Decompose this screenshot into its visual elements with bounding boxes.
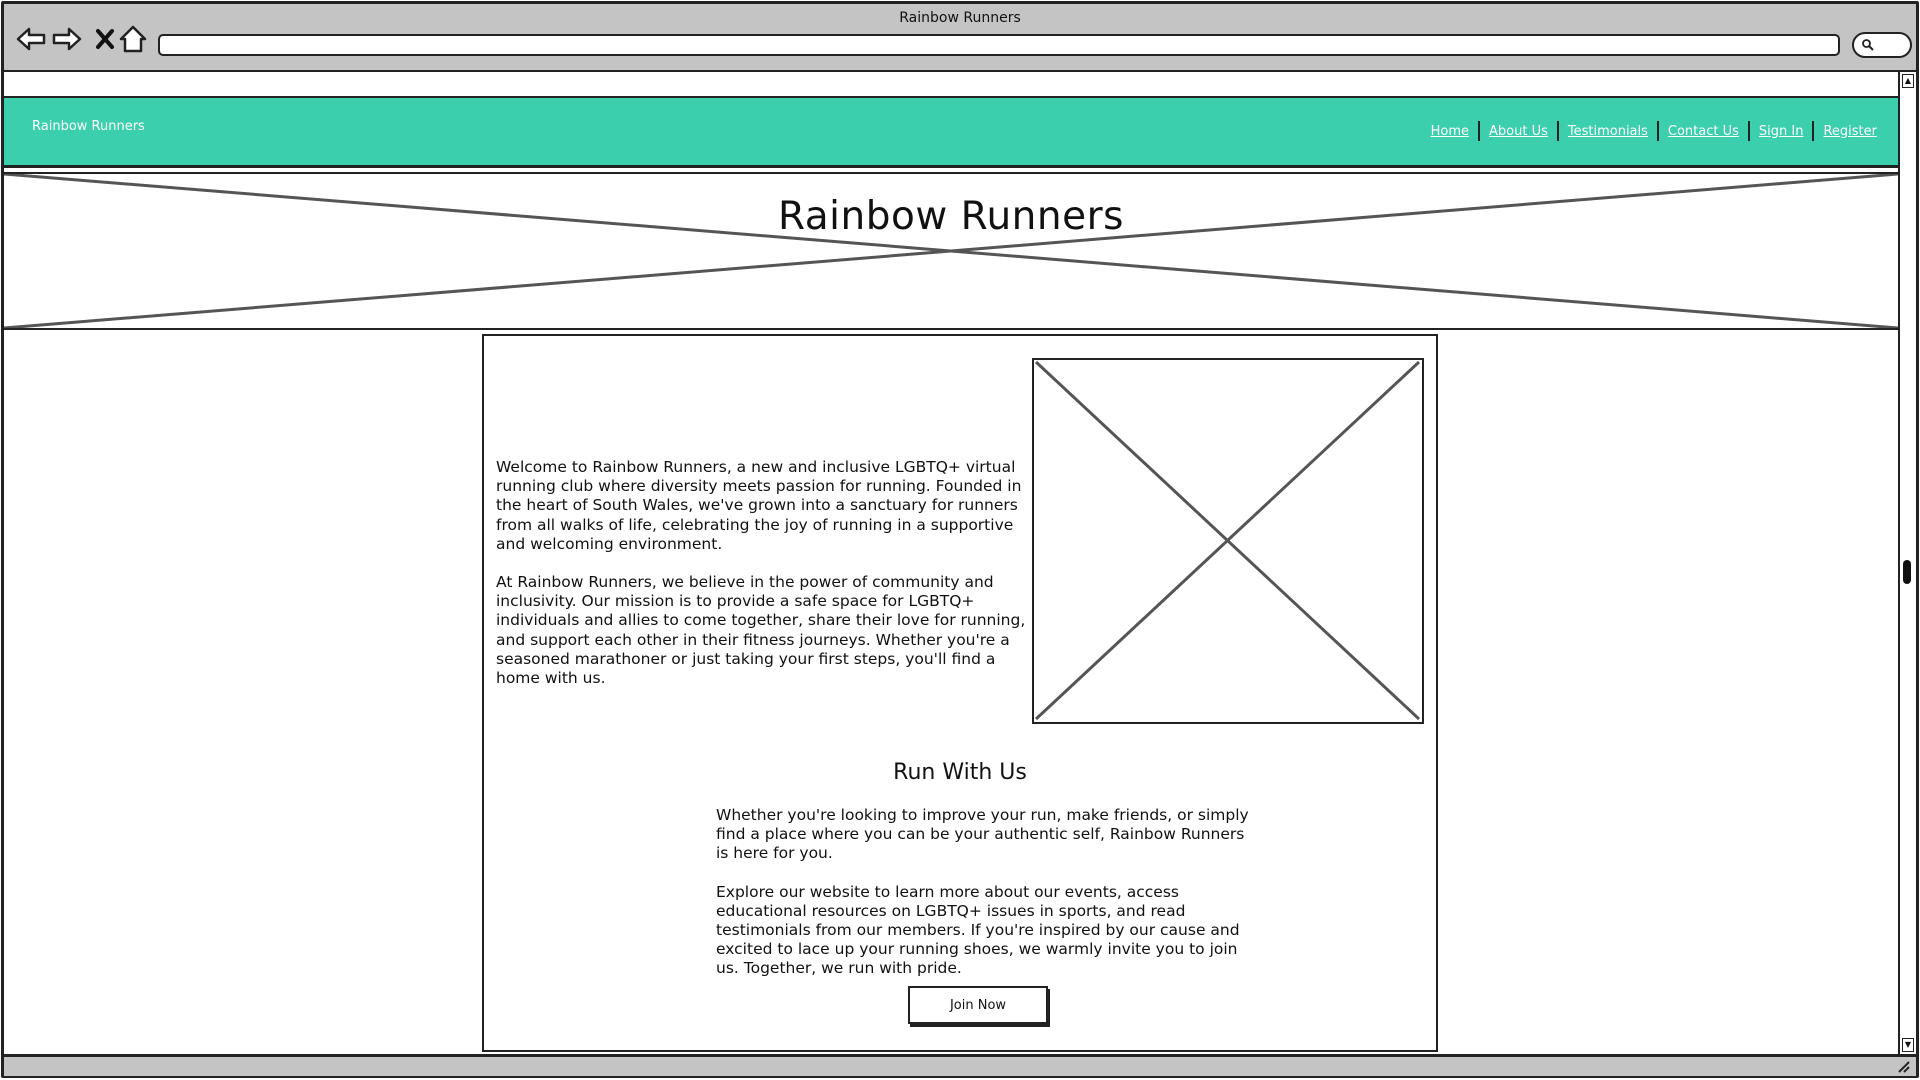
section-heading: Run With Us [893, 760, 1027, 785]
hero-title: Rainbow Runners [778, 194, 1124, 239]
browser-toolbar: Rainbow Runners [4, 4, 1916, 72]
nav-link-about-us[interactable]: About Us [1480, 124, 1557, 139]
nav-link-register[interactable]: Register [1814, 124, 1886, 139]
intro-paragraph: At Rainbow Runners, we believe in the po… [496, 573, 1026, 688]
run-with-us-section: Whether you're looking to improve your r… [716, 806, 1256, 998]
hero-banner: Rainbow Runners [4, 172, 1898, 330]
address-bar[interactable] [158, 34, 1840, 56]
search-icon [1862, 39, 1874, 51]
scroll-up-icon[interactable]: ▲ [1902, 74, 1914, 88]
brand-logo-text[interactable]: Rainbow Runners [32, 119, 145, 134]
main-nav: Home About Us Testimonials Contact Us Si… [1422, 121, 1886, 141]
browser-search-field[interactable] [1852, 32, 1912, 58]
window-title: Rainbow Runners [899, 10, 1021, 26]
vertical-scrollbar[interactable]: ▲ ▼ [1898, 72, 1916, 1054]
nav-link-testimonials[interactable]: Testimonials [1559, 124, 1657, 139]
nav-link-contact-us[interactable]: Contact Us [1659, 124, 1748, 139]
main-content: Welcome to Rainbow Runners, a new and in… [482, 334, 1438, 1052]
image-placeholder [1032, 358, 1424, 724]
intro-paragraph: Welcome to Rainbow Runners, a new and in… [496, 458, 1022, 553]
nav-link-sign-in[interactable]: Sign In [1750, 124, 1813, 139]
forward-arrow-icon[interactable] [50, 22, 84, 56]
home-icon[interactable] [116, 22, 150, 56]
intro-section: Welcome to Rainbow Runners, a new and in… [496, 458, 1026, 707]
nav-link-home[interactable]: Home [1422, 124, 1478, 139]
run-paragraph: Whether you're looking to improve your r… [716, 806, 1249, 863]
scroll-thumb[interactable] [1903, 560, 1911, 584]
scroll-down-icon[interactable]: ▼ [1902, 1038, 1914, 1052]
browser-status-bar [4, 1054, 1916, 1076]
run-paragraph: Explore our website to learn more about … [716, 882, 1240, 978]
join-now-button[interactable]: Join Now [908, 986, 1048, 1024]
resize-grip-icon[interactable] [1896, 1061, 1910, 1073]
back-arrow-icon[interactable] [14, 22, 48, 56]
site-header: Rainbow Runners Home About Us Testimonia… [4, 96, 1898, 168]
